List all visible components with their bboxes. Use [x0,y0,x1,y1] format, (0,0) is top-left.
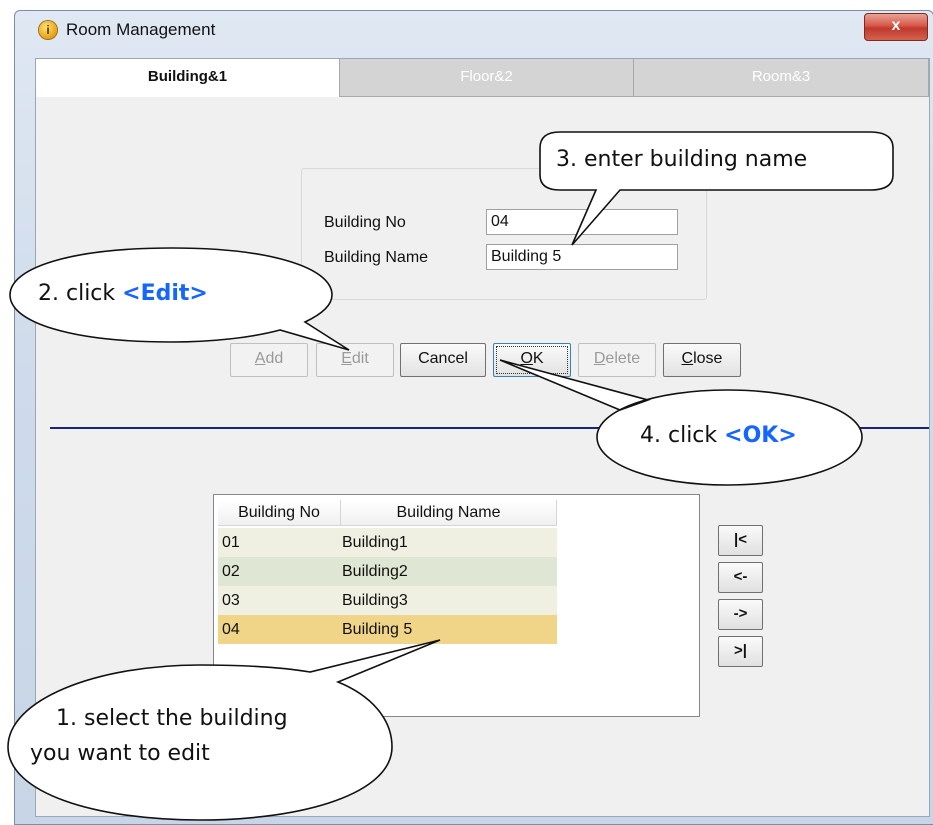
close-window-button[interactable]: x [864,13,928,41]
column-header-building-no[interactable]: Building No [218,500,341,526]
row-building-no: 01 [222,534,240,551]
close-button[interactable]: Close [663,343,741,377]
row-building-name: Building1 [342,534,408,551]
row-building-no: 03 [222,592,240,609]
building-name-label: Building Name [324,249,429,266]
last-record-button[interactable]: >| [718,636,763,667]
previous-record-button[interactable]: <- [718,562,763,593]
row-building-name: Building2 [342,563,408,580]
building-no-field[interactable]: 04 [486,209,678,235]
section-divider [50,427,929,429]
building-list[interactable]: Building No Building Name 01 Building1 0… [213,494,700,717]
list-item-selected[interactable]: 04 Building 5 [218,615,557,644]
ok-button[interactable]: OK [493,343,571,377]
callout-step3: 3. enter building name [556,147,808,172]
tab-room[interactable]: Room&3 [634,59,929,97]
row-building-no: 02 [222,563,240,580]
list-item[interactable]: 03 Building3 [218,586,557,615]
next-record-button[interactable]: -> [718,599,763,630]
callout-step1-line1: 1. select the building [56,706,288,731]
building-no-label: Building No [324,214,406,231]
list-item[interactable]: 02 Building2 [218,557,557,586]
delete-button[interactable]: Delete [578,343,656,377]
edit-button[interactable]: Edit [316,343,394,377]
list-item[interactable]: 01 Building1 [218,528,557,557]
column-header-building-name[interactable]: Building Name [341,500,557,526]
tab-building[interactable]: Building&1 [36,59,340,97]
window-title: Room Management [66,20,216,39]
row-building-name: Building3 [342,592,408,609]
row-building-name: Building 5 [342,621,413,638]
first-record-button[interactable]: |< [718,525,763,556]
building-details-group: Building No 04 Building Name Building 5 [301,168,707,300]
callout-step1-line2: you want to edit [30,741,210,766]
row-building-no: 04 [222,621,240,638]
callout-step2: 2. click <Edit> [38,281,208,306]
building-name-field[interactable]: Building 5 [486,244,678,270]
add-button[interactable]: Add [230,343,308,377]
app-info-icon: i [39,21,57,39]
cancel-button[interactable]: Cancel [400,343,486,377]
callout-step4: 4. click <OK> [640,423,797,448]
title-bar: i Room Management x [15,11,933,45]
tab-floor[interactable]: Floor&2 [340,59,634,97]
